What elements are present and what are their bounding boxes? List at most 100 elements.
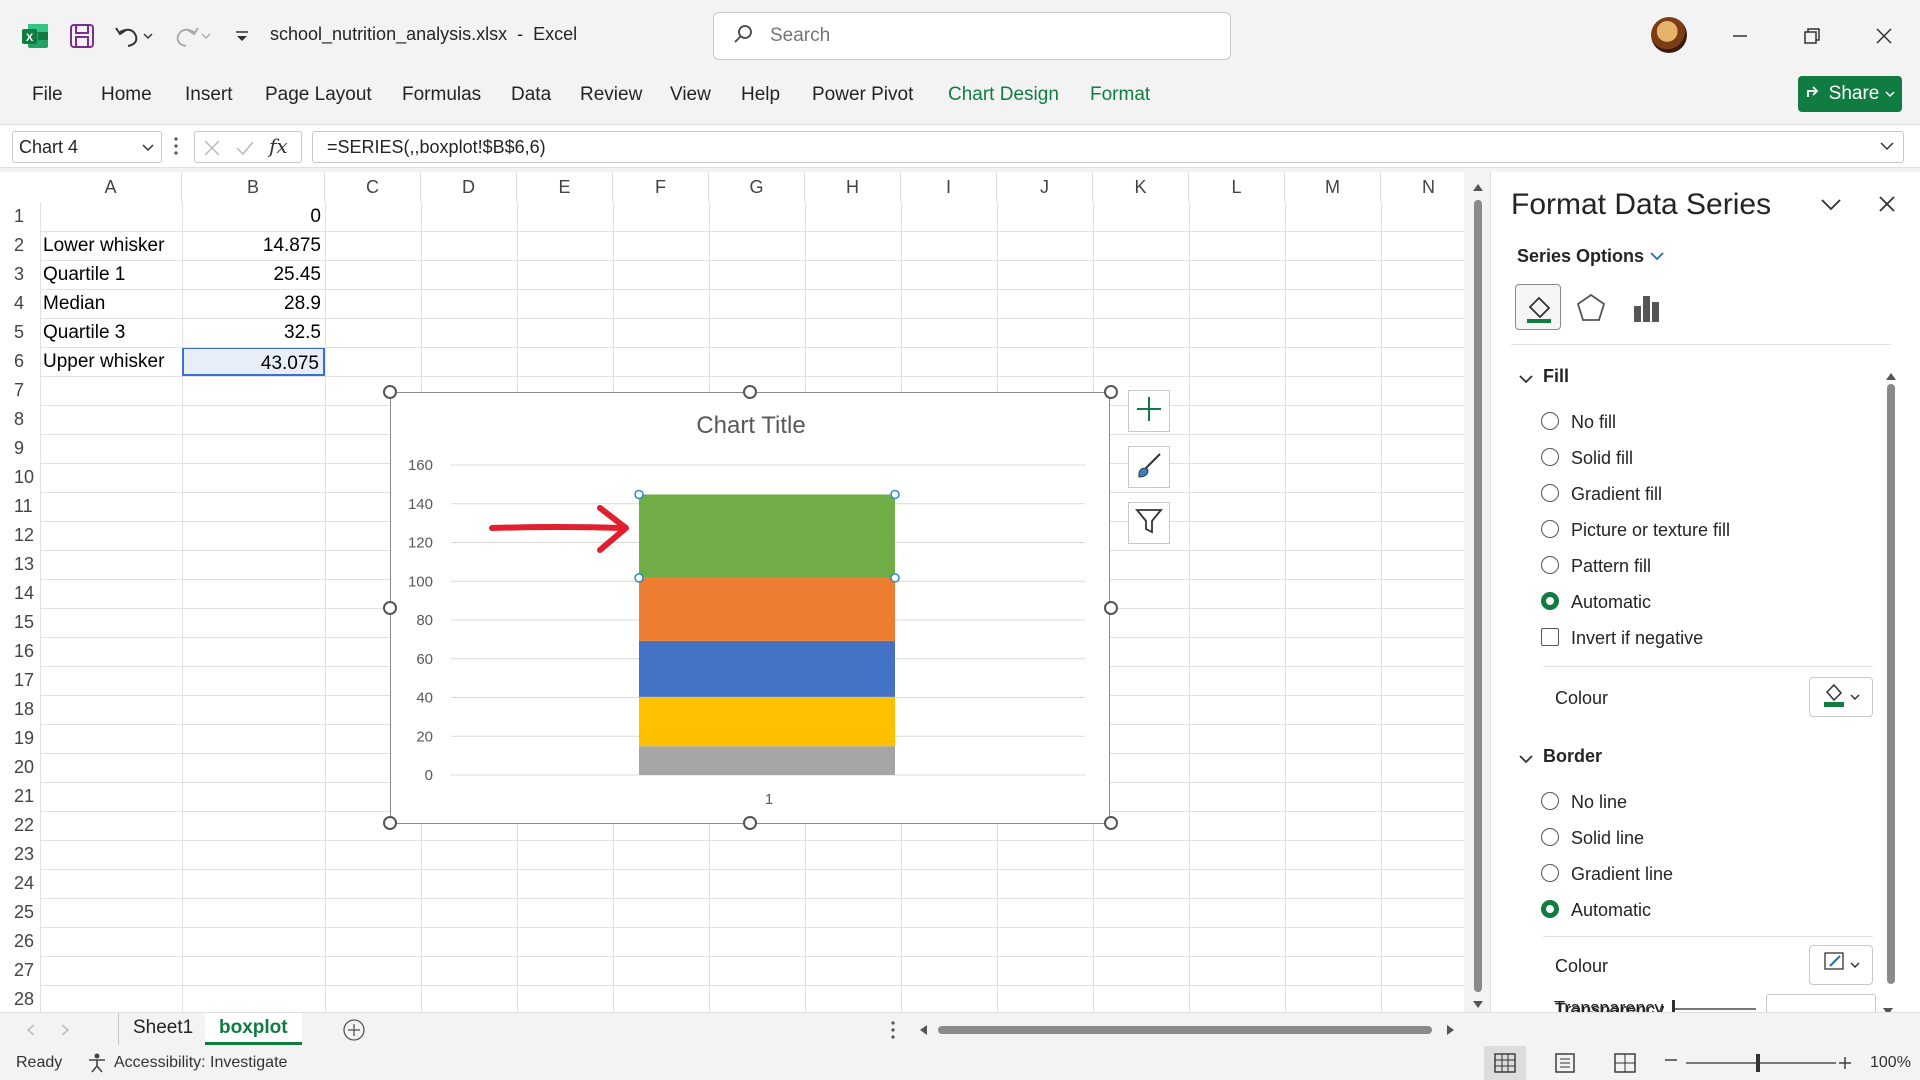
chart-title[interactable]: Chart Title bbox=[696, 412, 805, 439]
pane-scroll-thumb[interactable] bbox=[1887, 384, 1895, 984]
row-header-22[interactable]: 22 bbox=[0, 811, 40, 840]
collapse-fill-icon[interactable] bbox=[1519, 372, 1533, 390]
restore-icon[interactable] bbox=[1792, 20, 1832, 52]
chart-elements-button[interactable] bbox=[1128, 390, 1170, 432]
bar-segment-5[interactable] bbox=[639, 494, 895, 578]
column-header-j[interactable]: J bbox=[997, 172, 1093, 202]
column-header-d[interactable]: D bbox=[421, 172, 517, 202]
radio-solid-fill[interactable] bbox=[1541, 448, 1559, 466]
row-header-27[interactable]: 27 bbox=[0, 956, 40, 985]
bar-segment-2[interactable] bbox=[639, 696, 895, 747]
resize-handle-right[interactable] bbox=[1104, 601, 1118, 615]
row-header-21[interactable]: 21 bbox=[0, 782, 40, 811]
next-sheet-icon[interactable] bbox=[60, 1023, 70, 1041]
checkbox-invert-if-negative[interactable] bbox=[1541, 628, 1559, 646]
radio-no-line[interactable] bbox=[1541, 792, 1559, 810]
user-avatar[interactable] bbox=[1651, 17, 1687, 53]
fill-line-tab[interactable] bbox=[1515, 284, 1561, 330]
column-header-a[interactable]: A bbox=[40, 172, 182, 202]
transparency-slider[interactable] bbox=[1674, 1008, 1756, 1010]
row-header-12[interactable]: 12 bbox=[0, 521, 40, 550]
resize-handle-top[interactable] bbox=[743, 385, 757, 399]
resize-handle-bottom-left[interactable] bbox=[383, 816, 397, 830]
tab-formulas[interactable]: Formulas bbox=[402, 84, 481, 106]
row-header-7[interactable]: 7 bbox=[0, 376, 40, 405]
row-header-23[interactable]: 23 bbox=[0, 840, 40, 869]
save-icon[interactable] bbox=[68, 20, 96, 52]
scroll-up-icon[interactable] bbox=[1471, 180, 1485, 198]
resize-handle-top-right[interactable] bbox=[1104, 385, 1118, 399]
column-header-m[interactable]: M bbox=[1285, 172, 1381, 202]
vertical-scrollbar[interactable] bbox=[1466, 176, 1490, 1012]
series-options-dropdown[interactable]: Series Options bbox=[1517, 246, 1665, 267]
bar-segment-1[interactable] bbox=[639, 746, 895, 775]
zoom-slider[interactable] bbox=[1686, 1062, 1836, 1064]
cell-a6[interactable]: Upper whisker bbox=[43, 347, 182, 376]
share-button[interactable]: Share bbox=[1798, 76, 1902, 112]
column-header-l[interactable]: L bbox=[1189, 172, 1285, 202]
row-header-20[interactable]: 20 bbox=[0, 753, 40, 782]
bar-segment-3[interactable] bbox=[639, 640, 895, 697]
border-section-header[interactable]: Border bbox=[1543, 746, 1602, 767]
collapse-border-icon[interactable] bbox=[1519, 752, 1533, 770]
row-header-26[interactable]: 26 bbox=[0, 927, 40, 956]
close-window-icon[interactable] bbox=[1864, 20, 1904, 52]
label-pattern-fill[interactable]: Pattern fill bbox=[1571, 556, 1651, 577]
fill-section-header[interactable]: Fill bbox=[1543, 366, 1569, 387]
tab-help[interactable]: Help bbox=[741, 84, 780, 106]
chevron-down-icon[interactable] bbox=[141, 138, 155, 159]
search-box[interactable] bbox=[713, 12, 1231, 60]
label-invert-if-negative[interactable]: Invert if negative bbox=[1571, 628, 1703, 649]
resize-handle-left[interactable] bbox=[383, 601, 397, 615]
radio-gradient-line[interactable] bbox=[1541, 864, 1559, 882]
cell-a2[interactable]: Lower whisker bbox=[43, 231, 182, 260]
tab-insert[interactable]: Insert bbox=[185, 84, 233, 106]
pane-scrollbar[interactable] bbox=[1885, 368, 1897, 1012]
tab-home[interactable]: Home bbox=[101, 84, 152, 106]
formula-input[interactable]: =SERIES(,,boxplot!$B$6,6) bbox=[312, 131, 1904, 163]
cell-a3[interactable]: Quartile 1 bbox=[43, 260, 182, 289]
redo-icon[interactable] bbox=[170, 20, 214, 52]
accessibility-icon[interactable] bbox=[86, 1052, 108, 1079]
zoom-out-icon[interactable] bbox=[1664, 1050, 1678, 1076]
border-colour-button[interactable] bbox=[1809, 945, 1873, 985]
row-header-18[interactable]: 18 bbox=[0, 695, 40, 724]
row-header-1[interactable]: 1 bbox=[0, 202, 40, 231]
radio-solid-line[interactable] bbox=[1541, 828, 1559, 846]
cell-b1[interactable]: 0 bbox=[182, 202, 325, 231]
row-header-28[interactable]: 28 bbox=[0, 985, 40, 1012]
label-gradient-fill[interactable]: Gradient fill bbox=[1571, 484, 1662, 505]
customize-toolbar-icon[interactable] bbox=[232, 20, 252, 52]
label-automatic-line[interactable]: Automatic bbox=[1571, 900, 1651, 921]
label-no-line[interactable]: No line bbox=[1571, 792, 1627, 813]
row-header-13[interactable]: 13 bbox=[0, 550, 40, 579]
radio-gradient-fill[interactable] bbox=[1541, 484, 1559, 502]
cell-b5[interactable]: 32.5 bbox=[182, 318, 325, 347]
series-selection-handle[interactable] bbox=[890, 573, 900, 583]
zoom-level[interactable]: 100% bbox=[1870, 1054, 1911, 1072]
fill-colour-button[interactable] bbox=[1809, 677, 1873, 717]
minimize-icon[interactable] bbox=[1720, 20, 1760, 52]
row-header-16[interactable]: 16 bbox=[0, 637, 40, 666]
radio-automatic-fill[interactable] bbox=[1541, 592, 1559, 610]
resize-handle-top-left[interactable] bbox=[383, 385, 397, 399]
label-automatic-fill[interactable]: Automatic bbox=[1571, 592, 1651, 613]
row-header-5[interactable]: 5 bbox=[0, 318, 40, 347]
series-selection-handle[interactable] bbox=[634, 573, 644, 583]
sheet-tab-sheet1[interactable]: Sheet1 bbox=[118, 1013, 209, 1045]
page-layout-view-icon[interactable] bbox=[1554, 1053, 1576, 1078]
pane-options-chevron-icon[interactable] bbox=[1819, 196, 1843, 219]
column-header-g[interactable]: G bbox=[709, 172, 805, 202]
label-solid-line[interactable]: Solid line bbox=[1571, 828, 1644, 849]
scroll-right-icon[interactable] bbox=[1446, 1023, 1456, 1041]
resize-handle-bottom[interactable] bbox=[743, 816, 757, 830]
tab-format[interactable]: Format bbox=[1090, 84, 1150, 106]
chart-styles-button[interactable] bbox=[1128, 446, 1170, 488]
expand-formula-icon[interactable] bbox=[1879, 138, 1895, 159]
chart-bars[interactable] bbox=[634, 489, 900, 775]
normal-view-button[interactable] bbox=[1484, 1046, 1526, 1080]
chart-filters-button[interactable] bbox=[1128, 502, 1170, 544]
cancel-icon[interactable] bbox=[203, 139, 221, 162]
column-header-n[interactable]: N bbox=[1381, 172, 1464, 202]
row-header-24[interactable]: 24 bbox=[0, 869, 40, 898]
